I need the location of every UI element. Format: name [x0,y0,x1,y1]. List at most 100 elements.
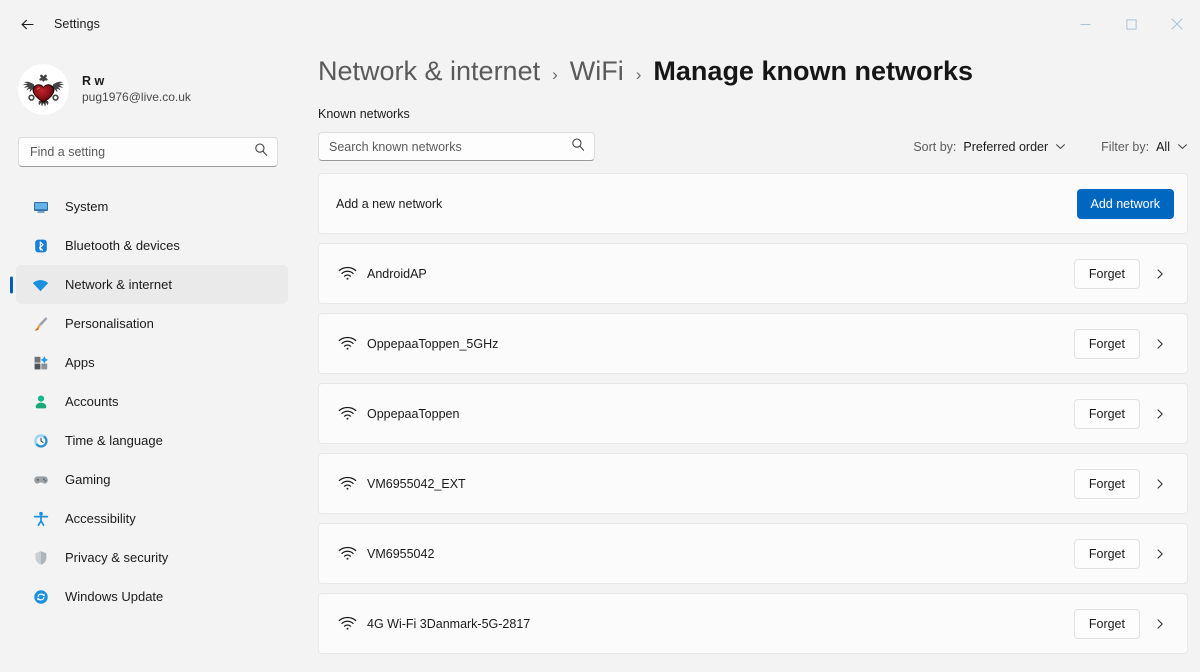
filter-by-label: Filter by: [1101,140,1149,154]
forget-button[interactable]: Forget [1074,469,1140,499]
sidebar-item-network-internet[interactable]: Network & internet [16,265,288,304]
network-name: VM6955042_EXT [367,477,466,491]
sidebar-item-label: System [65,199,108,214]
sidebar-item-personalisation[interactable]: Personalisation [16,304,288,343]
account-text: R w pug1976@live.co.uk [82,74,191,104]
search-input[interactable]: Find a setting [18,137,278,167]
row-actions: Forget [1074,329,1174,359]
sidebar-item-label: Time & language [65,433,163,448]
chevron-right-icon[interactable] [1146,618,1174,630]
filter-by-value: All [1156,140,1170,154]
main-content: Network & internet › WiFi › Manage known… [300,48,1200,672]
sidebar-item-label: Windows Update [65,589,163,604]
chevron-down-icon [1055,141,1066,152]
window-controls [1062,0,1200,48]
apps-grid-icon [32,354,49,371]
sidebar-item-windows-update[interactable]: Windows Update [16,577,288,616]
sidebar-item-label: Accessibility [65,511,136,526]
breadcrumb-separator: › [636,65,642,85]
close-button[interactable] [1154,0,1200,48]
chevron-right-icon[interactable] [1146,268,1174,280]
sort-by-dropdown[interactable]: Sort by: Preferred order [913,140,1066,154]
search-icon [571,137,585,156]
sidebar-item-bluetooth-devices[interactable]: Bluetooth & devices [16,226,288,265]
breadcrumb: Network & internet › WiFi › Manage known… [318,48,1200,87]
forget-button[interactable]: Forget [1074,399,1140,429]
chevron-right-icon[interactable] [1146,478,1174,490]
wifi-icon [336,476,358,491]
add-network-label: Add a new network [336,197,442,211]
table-row[interactable]: OppepaaToppen_5GHz Forget [318,313,1188,374]
networks-list: Add a new network Add network AndroidAP [318,173,1200,654]
table-row[interactable]: AndroidAP Forget [318,243,1188,304]
sidebar-item-label: Apps [65,355,95,370]
wifi-icon [336,546,358,561]
filter-by-dropdown[interactable]: Filter by: All [1101,140,1188,154]
wifi-icon [336,266,358,281]
sidebar-item-time-language[interactable]: Time & language [16,421,288,460]
back-arrow-icon [19,16,36,33]
wifi-icon [336,616,358,631]
network-search-input[interactable]: Search known networks [318,132,595,161]
sidebar-item-label: Accounts [65,394,118,409]
wifi-icon [32,276,49,293]
page-title: Manage known networks [653,56,973,87]
row-actions: Forget [1074,469,1174,499]
shield-icon [32,549,49,566]
sidebar-item-gaming[interactable]: Gaming [16,460,288,499]
table-row[interactable]: OppepaaToppen Forget [318,383,1188,444]
maximize-button[interactable] [1108,0,1154,48]
table-row[interactable]: VM6955042 Forget [318,523,1188,584]
sidebar: R w pug1976@live.co.uk Find a setting [0,48,300,672]
row-actions: Forget [1074,399,1174,429]
chevron-right-icon[interactable] [1146,408,1174,420]
sidebar-item-accounts[interactable]: Accounts [16,382,288,421]
breadcrumb-item-wifi[interactable]: WiFi [570,56,624,87]
add-network-button[interactable]: Add network [1077,189,1174,219]
settings-window: Settings [0,0,1200,672]
breadcrumb-separator: › [552,65,558,85]
person-icon [32,393,49,410]
sidebar-item-label: Personalisation [65,316,154,331]
sidebar-item-apps[interactable]: Apps [16,343,288,382]
section-label-known-networks: Known networks [318,107,1200,121]
settings-search-wrapper: Find a setting [0,120,300,167]
sidebar-item-accessibility[interactable]: Accessibility [16,499,288,538]
network-name: OppepaaToppen_5GHz [367,337,498,351]
table-row[interactable]: VM6955042_EXT Forget [318,453,1188,514]
paintbrush-icon [32,315,49,332]
title-bar: Settings [0,0,1200,48]
chevron-right-icon[interactable] [1146,338,1174,350]
table-row[interactable]: 4G Wi-Fi 3Danmark-5G-2817 Forget [318,593,1188,654]
forget-button[interactable]: Forget [1074,259,1140,289]
chevron-down-icon [1177,141,1188,152]
back-button[interactable] [10,9,44,39]
forget-button[interactable]: Forget [1074,539,1140,569]
gamepad-icon [32,471,49,488]
forget-button[interactable]: Forget [1074,609,1140,639]
window-body: R w pug1976@live.co.uk Find a setting [0,48,1200,672]
sidebar-item-label: Network & internet [65,277,172,292]
network-name: AndroidAP [367,267,427,281]
sort-by-value: Preferred order [963,140,1048,154]
sidebar-item-system[interactable]: System [16,187,288,226]
forget-button[interactable]: Forget [1074,329,1140,359]
chevron-right-icon[interactable] [1146,548,1174,560]
sidebar-item-privacy-security[interactable]: Privacy & security [16,538,288,577]
app-title: Settings [54,17,100,31]
account-email: pug1976@live.co.uk [82,90,191,104]
row-actions: Forget [1074,539,1174,569]
clock-globe-icon [32,432,49,449]
sort-by-label: Sort by: [913,140,956,154]
account-section[interactable]: R w pug1976@live.co.uk [0,48,300,120]
sidebar-nav: System Bluetooth & devices [0,187,300,616]
wifi-icon [336,406,358,421]
minimize-button[interactable] [1062,0,1108,48]
networks-toolbar: Search known networks Sort by: Preferred… [318,132,1200,161]
breadcrumb-item-network-internet[interactable]: Network & internet [318,56,540,87]
monitor-icon [32,198,49,215]
network-name: OppepaaToppen [367,407,459,421]
row-actions: Forget [1074,609,1174,639]
sidebar-item-label: Gaming [65,472,111,487]
search-icon [254,143,268,162]
